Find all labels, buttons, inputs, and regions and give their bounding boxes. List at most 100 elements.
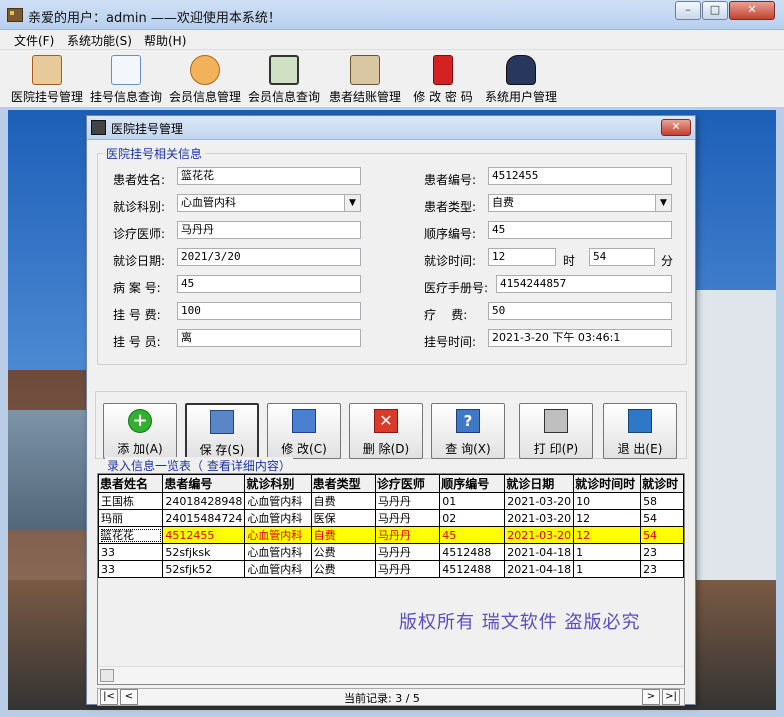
toolbar-change-password[interactable]: 修 改 密 码 [404, 50, 482, 108]
add-button[interactable]: + 添 加(A) [103, 403, 177, 459]
print-button[interactable]: 打 印(P) [519, 403, 593, 459]
plus-icon: + [128, 409, 152, 433]
toolbar-member-query[interactable]: 会员信息查询 [244, 50, 324, 108]
table-cell: 12 [573, 526, 642, 544]
column-header[interactable]: 就诊科别 [244, 474, 312, 493]
table-row[interactable]: 玛丽 24015484724 心血管内科 医保 马丹丹 02 2021-03-2… [98, 509, 684, 527]
column-header[interactable]: 就诊日期 [504, 474, 575, 493]
reg-fee-label: 挂 号 费: [113, 308, 161, 322]
treatment-fee-input[interactable]: 50 [488, 302, 672, 320]
query-button[interactable]: ? 查 询(X) [431, 403, 505, 459]
exit-button[interactable]: 退 出(E) [603, 403, 677, 459]
column-header[interactable]: 顺序编号 [439, 474, 506, 493]
table-cell: 王国栋 [98, 492, 164, 510]
reg-time-input[interactable]: 2021-3-20 下午 03:46:1 [488, 329, 672, 347]
table-cell: 公费 [310, 543, 376, 561]
table-row[interactable]: 33 52sfjk52 心血管内科 公费 马丹丹 4512488 2021-04… [98, 560, 684, 578]
record-counter: 当前记录: 3 / 5 [344, 692, 420, 705]
case-no-label: 病 案 号: [113, 281, 161, 295]
dialog-body: 医院挂号相关信息 患者姓名: 篮花花 就诊科别: 心血管内科 ▼ 诊疗医师: 马… [87, 141, 695, 706]
column-header[interactable]: 就诊时间时 [573, 474, 642, 493]
reg-time-label: 挂号时间: [424, 335, 477, 349]
sequence-no-input[interactable]: 45 [488, 221, 672, 239]
table-cell: 4512488 [439, 543, 506, 561]
medical-book-no-input[interactable]: 4154244857 [496, 275, 672, 293]
dialog-close-button[interactable]: ✕ [661, 119, 691, 136]
toolbar-registration-query[interactable]: 挂号信息查询 [86, 50, 166, 108]
toolbar-member-management[interactable]: 会员信息管理 [166, 50, 244, 108]
column-header[interactable]: 患者类型 [310, 474, 376, 493]
delete-icon: ✕ [374, 409, 398, 433]
menu-help[interactable]: 帮助(H) [144, 32, 186, 49]
hour-unit-label: 时 [563, 254, 576, 268]
table-row[interactable]: 33 52sfjksk 心血管内科 公费 马丹丹 4512488 2021-04… [98, 543, 684, 561]
visit-minute-input[interactable]: 54 [589, 248, 655, 266]
column-header[interactable]: 诊疗医师 [374, 474, 441, 493]
sequence-no-label: 顺序编号: [424, 227, 477, 241]
table-cell: 24018428948 [162, 492, 246, 510]
column-header[interactable]: 就诊时 [640, 474, 684, 493]
copyright-text: 版权所有 瑞文软件 盗版必究 [399, 612, 641, 633]
table-cell: 2021-04-18 [504, 560, 575, 578]
toolbar-hospital-registration[interactable]: 医院挂号管理 [8, 50, 86, 108]
nav-last-button[interactable]: >| [662, 689, 680, 705]
table-row[interactable]: 王国栋 24018428948 心血管内科 自费 马丹丹 01 2021-03-… [98, 492, 684, 510]
column-header[interactable]: 患者姓名 [98, 474, 164, 493]
table-cell: 自费 [310, 526, 376, 544]
table-cell: 医保 [310, 509, 376, 527]
close-button[interactable]: ✕ [729, 1, 775, 20]
minimize-button[interactable]: – [675, 1, 701, 20]
table-cell: 马丹丹 [374, 492, 441, 510]
query-icon: ? [456, 409, 480, 433]
chevron-down-icon[interactable]: ▼ [655, 195, 671, 211]
table-cell: 23 [640, 543, 684, 561]
menu-file[interactable]: 文件(F) [14, 32, 54, 49]
toolbar-patient-checkout[interactable]: 患者结账管理 [324, 50, 406, 108]
table-cell: 58 [640, 492, 684, 510]
visit-date-input[interactable]: 2021/3/20 [177, 248, 361, 266]
patient-type-select[interactable]: 自费 ▼ [488, 194, 672, 212]
record-navigator: |< < 当前记录: 3 / 5 > >| [97, 688, 685, 706]
visit-hour-input[interactable]: 12 [488, 248, 556, 266]
column-header[interactable]: 患者编号 [162, 474, 246, 493]
reg-fee-input[interactable]: 100 [177, 302, 361, 320]
patient-name-input[interactable]: 篮花花 [177, 167, 361, 185]
menu-system-functions[interactable]: 系统功能(S) [67, 32, 132, 49]
edit-button[interactable]: 修 改(C) [267, 403, 341, 459]
registrar-input[interactable]: 离 [177, 329, 361, 347]
department-value: 心血管内科 [181, 196, 236, 209]
table-cell: 02 [439, 509, 506, 527]
patient-id-label: 患者编号: [424, 173, 477, 187]
printer-icon [544, 409, 568, 433]
records-grid[interactable]: 患者姓名 患者编号 就诊科别 患者类型 诊疗医师 顺序编号 就诊日期 就诊时间时… [97, 473, 685, 685]
department-select[interactable]: 心血管内科 ▼ [177, 194, 361, 212]
nav-next-button[interactable]: > [642, 689, 660, 705]
table-cell: 54 [640, 526, 684, 544]
table-cell: 篮花花 [98, 526, 164, 544]
table-cell: 24015484724 [162, 509, 246, 527]
delete-button[interactable]: ✕ 删 除(D) [349, 403, 423, 459]
maximize-button[interactable]: □ [702, 1, 728, 20]
table-cell: 2021-03-20 [504, 492, 575, 510]
table-cell: 45 [439, 526, 506, 544]
doctor-input[interactable]: 马丹丹 [177, 221, 361, 239]
horizontal-scrollbar[interactable] [98, 666, 684, 684]
table-row-selected[interactable]: 篮花花 4512455 心血管内科 自费 马丹丹 45 2021-03-20 1… [98, 526, 684, 544]
table-cell: 2021-03-20 [504, 509, 575, 527]
scroll-icon [32, 55, 62, 85]
patient-id-input[interactable]: 4512455 [488, 167, 672, 185]
table-cell: 2021-04-18 [504, 543, 575, 561]
department-label: 就诊科别: [113, 200, 166, 214]
table-cell: 心血管内科 [244, 526, 312, 544]
document-search-icon [111, 55, 141, 85]
scroll-thumb[interactable] [100, 669, 114, 682]
nav-first-button[interactable]: |< [100, 689, 118, 705]
left-building-glass [8, 410, 88, 530]
patient-type-label: 患者类型: [424, 200, 477, 214]
save-button[interactable]: 保 存(S) [185, 403, 259, 459]
chevron-down-icon[interactable]: ▼ [344, 195, 360, 211]
nav-prev-button[interactable]: < [120, 689, 138, 705]
toolbar-system-users[interactable]: 系统用户管理 [482, 50, 560, 108]
table-cell: 1 [573, 560, 642, 578]
case-no-input[interactable]: 45 [177, 275, 361, 293]
